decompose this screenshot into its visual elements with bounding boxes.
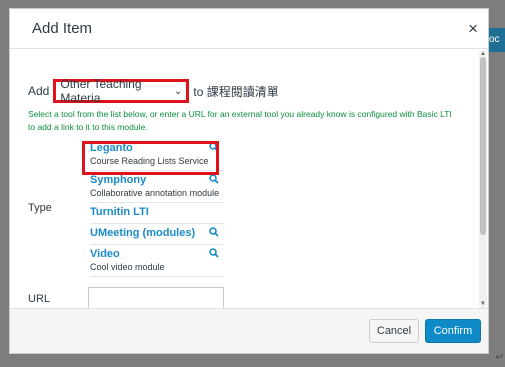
confirm-button[interactable]: Confirm [425, 319, 481, 343]
dialog-title: Add Item [32, 20, 93, 37]
magnifier-icon[interactable] [209, 174, 219, 184]
tool-description: Course Reading Lists Service [90, 156, 209, 166]
url-input[interactable] [88, 287, 224, 310]
tool-description: Collaborative annotation module [90, 188, 220, 198]
to-module-text: to 課程閱讀清單 [193, 84, 279, 99]
type-label: Type [28, 202, 52, 214]
magnifier-icon[interactable] [209, 142, 219, 152]
add-label: Add [28, 84, 50, 98]
magnifier-icon[interactable] [209, 227, 219, 237]
tool-name[interactable]: UMeeting (modules) [90, 226, 224, 241]
add-row: Add Other Teaching Materia ⌄ to 課程閱讀清單 [28, 77, 279, 105]
add-item-dialog: Add Item × Add Other Teaching Materia ⌄ … [9, 8, 489, 354]
dialog-header: Add Item × [10, 9, 488, 49]
tool-item-umeeting[interactable]: UMeeting (modules) [90, 224, 224, 245]
cancel-button[interactable]: Cancel [369, 319, 419, 343]
dialog-scrollbar[interactable]: ▲ ▼ [479, 51, 487, 309]
item-type-selected: Other Teaching Materia [60, 77, 142, 105]
tool-name[interactable]: Leganto [90, 141, 224, 156]
scrollbar-thumb[interactable] [480, 57, 486, 235]
background-page-strip: oc [489, 28, 505, 52]
tool-item-turnitin[interactable]: Turnitin LTI [90, 203, 224, 224]
tool-item-leganto[interactable]: Leganto Course Reading Lists Service [90, 139, 224, 171]
tool-name[interactable]: Symphony [90, 173, 224, 188]
tool-name[interactable]: Turnitin LTI [90, 205, 224, 220]
dialog-footer: Cancel Confirm [10, 308, 488, 353]
magnifier-icon[interactable] [209, 248, 219, 258]
url-label: URL [28, 293, 51, 305]
corner-mark: ↵ [495, 352, 504, 363]
chevron-down-icon: ⌄ [173, 85, 183, 97]
tool-item-video[interactable]: Video Cool video module [90, 245, 224, 277]
tool-description: Cool video module [90, 262, 165, 272]
tool-list: Leganto Course Reading Lists Service Sym… [90, 139, 224, 277]
background-strip-text: oc [489, 34, 500, 45]
item-type-select[interactable]: Other Teaching Materia ⌄ [53, 77, 190, 105]
close-icon[interactable]: × [468, 19, 478, 39]
tool-hint-text: Select a tool from the list below, or en… [28, 109, 452, 132]
tool-item-symphony[interactable]: Symphony Collaborative annotation module [90, 171, 224, 203]
dialog-body[interactable]: Add Other Teaching Materia ⌄ to 課程閱讀清單 S… [10, 50, 478, 310]
tool-name[interactable]: Video [90, 247, 224, 262]
